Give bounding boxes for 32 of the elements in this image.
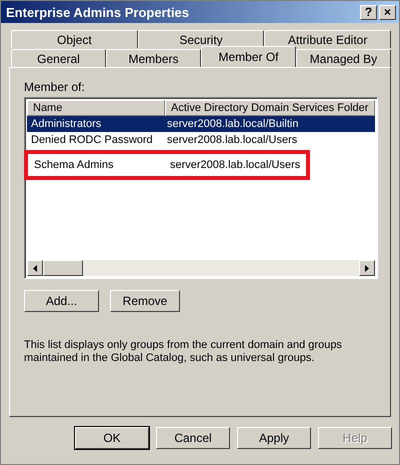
column-header[interactable]: Name bbox=[27, 100, 165, 116]
scrollbar-thumb[interactable] bbox=[43, 260, 83, 276]
add-button[interactable]: Add... bbox=[24, 290, 99, 312]
list-label: Member of: bbox=[24, 80, 86, 94]
name-cell-text: Schema Admins bbox=[33, 158, 114, 173]
horizontal-scrollbar[interactable] bbox=[27, 260, 375, 276]
tab[interactable]: Member Of bbox=[201, 46, 296, 67]
tab[interactable]: Members bbox=[106, 49, 201, 67]
folder-cell-text: server2008.lab.local/Builtin bbox=[166, 117, 300, 132]
remove-button[interactable]: Remove bbox=[110, 290, 180, 312]
list-row[interactable]: Administrators server2008.lab.local/Builtin bbox=[27, 116, 375, 132]
dialog-button[interactable]: OK bbox=[75, 427, 149, 449]
folder-cell-text: server2008.lab.local/Users bbox=[169, 158, 302, 173]
column-header[interactable]: Active Directory Domain Services Folder bbox=[165, 100, 375, 116]
list-row[interactable]: Schema Admins server2008.lab.local/Users bbox=[30, 157, 304, 173]
tab[interactable]: Object bbox=[11, 30, 138, 48]
close-button[interactable]: × bbox=[379, 4, 396, 20]
dialog-button[interactable]: Cancel bbox=[156, 427, 230, 449]
tab[interactable]: Managed By bbox=[296, 49, 391, 67]
list-row[interactable]: Denied RODC Password server2008.lab.local/Users bbox=[27, 132, 375, 148]
tab[interactable]: Security bbox=[138, 30, 264, 48]
left-arrow-icon bbox=[33, 264, 37, 272]
name-cell-text: Administrators bbox=[30, 117, 102, 132]
folder-cell-text: server2008.lab.local/Users bbox=[166, 133, 298, 148]
name-cell-text: Denied RODC Password bbox=[30, 133, 154, 148]
tab[interactable]: Attribute Editor bbox=[264, 30, 392, 48]
dialog-button[interactable]: Apply bbox=[237, 427, 311, 449]
right-arrow-icon bbox=[365, 264, 369, 272]
window-title: Enterprise Admins Properties bbox=[6, 4, 190, 20]
tab[interactable]: General bbox=[11, 49, 106, 67]
help-button[interactable]: ? bbox=[360, 4, 377, 20]
info-text: This list displays only groups from the current domain and groups maintained in the Global Catalog, such as universal groups. bbox=[24, 339, 343, 365]
